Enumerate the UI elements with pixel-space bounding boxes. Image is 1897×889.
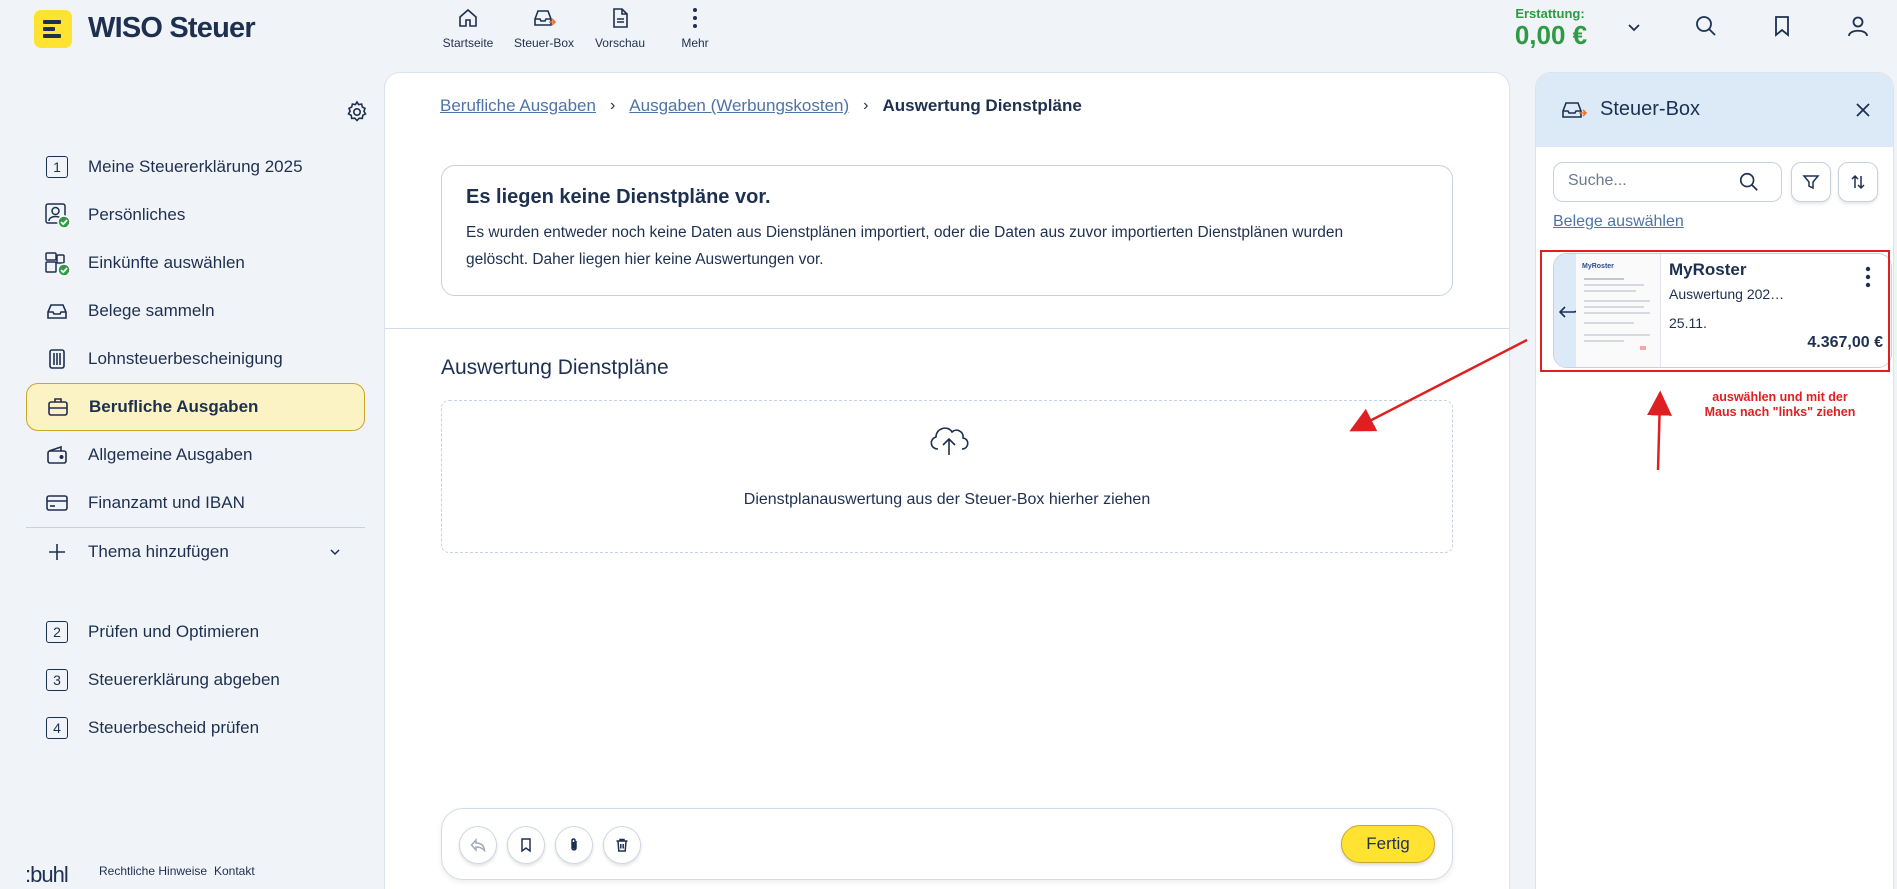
pointer-arrow [1647, 390, 1673, 471]
annotation-line: auswählen und mit der [1712, 390, 1848, 404]
annotation-line: Maus nach "links" ziehen [1704, 405, 1856, 419]
annotation-text: auswählen und mit der Maus nach "links" … [1690, 390, 1870, 420]
drag-arrow [1349, 338, 1528, 432]
annotation-arrows [1349, 338, 1673, 471]
